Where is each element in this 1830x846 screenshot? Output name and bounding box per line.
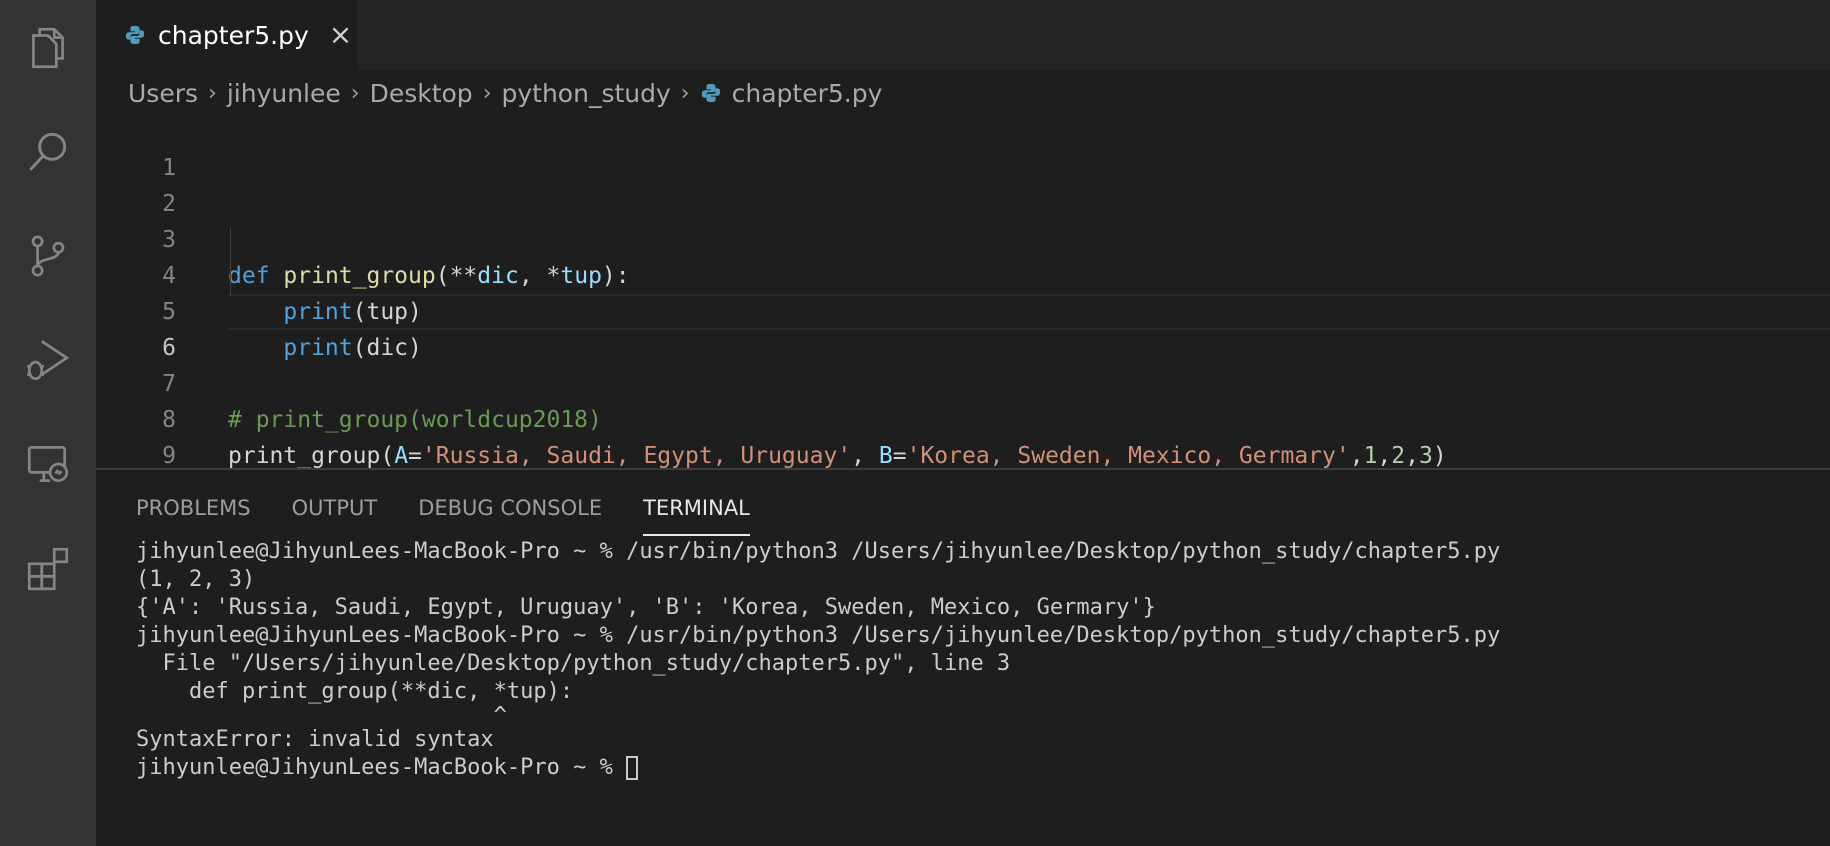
- terminal[interactable]: jihyunlee@JihyunLees-MacBook-Pro ~ % /us…: [136, 538, 1810, 782]
- terminal-cursor[interactable]: [626, 756, 639, 780]
- breadcrumb-users[interactable]: Users: [128, 79, 198, 108]
- source-control-icon[interactable]: [18, 226, 78, 286]
- indent-guide: [230, 228, 231, 296]
- terminal-line: SyntaxError: invalid syntax: [136, 727, 494, 752]
- breadcrumb-desktop[interactable]: Desktop: [370, 79, 473, 108]
- terminal-prompt-line: jihyunlee@JihyunLees-MacBook-Pro ~ %: [136, 754, 1810, 782]
- chevron-right-icon: ›: [482, 80, 492, 106]
- code-line-4: 4 print(tup): [96, 222, 1830, 325]
- code-line-9: 9: [96, 402, 1830, 469]
- code-line-1: 1: [96, 114, 1830, 181]
- editor-tab-bar: chapter5.py ×: [96, 0, 1830, 70]
- tab-output[interactable]: OUTPUT: [292, 494, 378, 536]
- remote-explorer-icon[interactable]: [18, 434, 78, 494]
- run-debug-icon[interactable]: [18, 330, 78, 390]
- chevron-right-icon: ›: [208, 80, 217, 106]
- code-line-2: 2: [96, 150, 1830, 217]
- terminal-line: {'A': 'Russia, Saudi, Egypt, Uruguay', '…: [136, 595, 1156, 620]
- breadcrumb-chapter5-py[interactable]: chapter5.py: [732, 79, 883, 108]
- terminal-line: ^: [136, 703, 507, 728]
- terminal-line: def print_group(**dic, *tup):: [136, 679, 574, 704]
- explorer-icon[interactable]: [18, 18, 78, 78]
- code-line-6: 6: [96, 294, 1830, 361]
- tab-terminal[interactable]: TERMINAL: [643, 494, 750, 536]
- python-file-icon: [125, 25, 145, 45]
- search-icon[interactable]: [18, 122, 78, 182]
- tab-debug-console[interactable]: DEBUG CONSOLE: [418, 494, 602, 536]
- python-file-icon: [701, 83, 720, 103]
- terminal-line: File "/Users/jihyunlee/Desktop/python_st…: [136, 651, 1011, 676]
- code-line-8: 8 print_group(A='Russia, Saudi, Egypt, U…: [96, 366, 1830, 469]
- code-editor[interactable]: 1 2 3 def print_group(**dic, *tup): 4 pr…: [96, 114, 1830, 469]
- terminal-line: (1, 2, 3): [136, 567, 256, 592]
- breadcrumb-jihyunlee[interactable]: jihyunlee: [227, 79, 341, 108]
- breadcrumb-python-study[interactable]: python_study: [502, 79, 671, 108]
- terminal-line: jihyunlee@JihyunLees-MacBook-Pro ~ % /us…: [136, 623, 1501, 648]
- tab-problems[interactable]: PROBLEMS: [136, 494, 251, 536]
- extensions-icon[interactable]: [18, 538, 78, 598]
- terminal-prompt: jihyunlee@JihyunLees-MacBook-Pro ~ %: [136, 755, 627, 780]
- code-line-5: 5 print(dic): [96, 258, 1830, 361]
- tab-title: chapter5.py: [158, 20, 309, 50]
- activity-bar: [0, 0, 96, 846]
- terminal-line: jihyunlee@JihyunLees-MacBook-Pro ~ % /us…: [136, 539, 1501, 564]
- panel-tabs: PROBLEMS OUTPUT DEBUG CONSOLE TERMINAL: [136, 494, 791, 536]
- code-line-3: 3 def print_group(**dic, *tup):: [96, 186, 1830, 289]
- close-icon[interactable]: ×: [329, 21, 352, 49]
- code-line-7: 7 # print_group(worldcup2018): [96, 330, 1830, 433]
- bottom-panel: PROBLEMS OUTPUT DEBUG CONSOLE TERMINAL j…: [96, 468, 1830, 846]
- chevron-right-icon: ›: [680, 80, 690, 106]
- tab-chapter5-py[interactable]: chapter5.py ×: [96, 0, 358, 70]
- chevron-right-icon: ›: [350, 80, 360, 106]
- breadcrumb: Users › jihyunlee › Desktop › python_stu…: [128, 72, 882, 114]
